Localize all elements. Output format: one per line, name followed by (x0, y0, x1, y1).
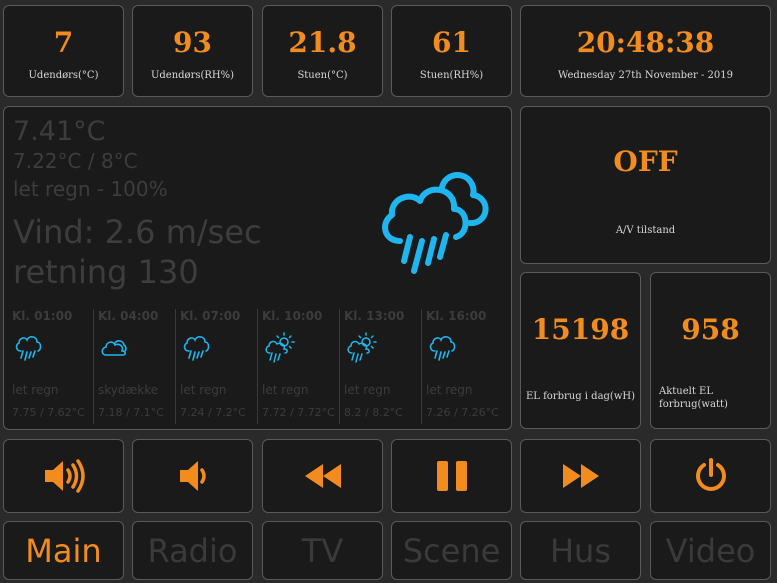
current-temp: 7.41°C (13, 116, 106, 147)
power-icon (695, 458, 726, 491)
tab-main-label: Main (25, 531, 102, 570)
daily-power-tile: 15198 EL forbrug i dag(wH) (520, 272, 641, 429)
living-temp-value: 21.8 (288, 26, 357, 59)
current-power-value: 958 (681, 313, 740, 346)
forecast-desc: let regn (344, 383, 391, 397)
living-temp-label: Stuen(°C) (297, 70, 348, 81)
volume-down-icon (179, 461, 206, 491)
temp-range: 7.22°C / 8°C (13, 149, 138, 173)
volume-up-icon (44, 459, 85, 493)
forecast-desc: let regn (12, 383, 59, 397)
tab-hus[interactable]: Hus (520, 521, 641, 580)
rewind-icon (304, 464, 341, 488)
rain-cloud-icon (382, 172, 489, 274)
outdoor-temp-label: Udendørs(°C) (28, 70, 99, 81)
forecast-temp: 7.18 / 7.1°C (98, 406, 164, 419)
tab-scene-label: Scene (402, 531, 501, 570)
volume-up-button[interactable] (3, 439, 124, 513)
forecast-item: Kl. 13:00 let regn 8.2 / 8.2°C (344, 309, 424, 427)
sun-rain-cloud-icon (347, 332, 377, 363)
forecast-divider (175, 309, 176, 424)
forecast-divider (257, 309, 258, 424)
forecast-temp: 7.24 / 7.2°C (180, 406, 246, 419)
forecast-temp: 8.2 / 8.2°C (344, 406, 403, 419)
current-power-label: Aktuelt EL forbrug(watt) (659, 386, 728, 410)
outdoor-temp-tile: 7 Udendørs(°C) (3, 5, 124, 97)
clock-tile: 20:48:38 Wednesday 27th November - 2019 (520, 5, 771, 97)
clock-date: Wednesday 27th November - 2019 (558, 70, 733, 81)
forecast-time: Kl. 13:00 (344, 309, 405, 323)
wind-speed: Vind: 2.6 m/sec (13, 213, 262, 251)
rain-cloud-icon (429, 336, 456, 361)
rain-cloud-icon (183, 336, 210, 361)
forecast-temp: 7.75 / 7.62°C (12, 406, 85, 419)
forecast-item: Kl. 07:00 let regn 7.24 / 7.2°C (180, 309, 260, 427)
forecast-desc: skydække (98, 383, 159, 397)
volume-down-button[interactable] (132, 439, 253, 513)
pause-icon (436, 461, 467, 491)
forecast-desc: let regn (426, 383, 473, 397)
outdoor-rh-tile: 93 Udendørs(RH%) (132, 5, 253, 97)
tab-tv[interactable]: TV (262, 521, 383, 580)
sun-rain-cloud-icon (265, 332, 295, 363)
fast-forward-icon (562, 464, 599, 488)
living-rh-tile: 61 Stuen(RH%) (391, 5, 512, 97)
tab-main[interactable]: Main (3, 521, 124, 580)
forecast-divider (93, 309, 94, 424)
forecast-divider (339, 309, 340, 424)
forecast-temp: 7.72 / 7.72°C (262, 406, 335, 419)
living-rh-value: 61 (432, 26, 471, 59)
daily-power-label: EL forbrug i dag(wH) (525, 391, 636, 402)
pause-button[interactable] (391, 439, 512, 513)
rain-cloud-icon (15, 336, 42, 361)
clock-time: 20:48:38 (576, 26, 715, 59)
forecast-divider (421, 309, 422, 424)
forecast-item: Kl. 10:00 let regn 7.72 / 7.72°C (262, 309, 342, 427)
forecast-item: Kl. 16:00 let regn 7.26 / 7.26°C (426, 309, 506, 427)
cloud-icon (101, 340, 127, 356)
tab-radio[interactable]: Radio (132, 521, 253, 580)
forecast-time: Kl. 16:00 (426, 309, 487, 323)
forecast-time: Kl. 10:00 (262, 309, 323, 323)
forecast-time: Kl. 01:00 (12, 309, 73, 323)
av-state-tile[interactable]: OFF A/V tilstand (520, 106, 771, 264)
current-power-tile: 958 Aktuelt EL forbrug(watt) (650, 272, 771, 429)
forecast-desc: let regn (180, 383, 227, 397)
rewind-button[interactable] (262, 439, 383, 513)
forecast-desc: let regn (262, 383, 309, 397)
power-button[interactable] (650, 439, 771, 513)
outdoor-rh-label: Udendørs(RH%) (150, 70, 235, 81)
living-rh-label: Stuen(RH%) (419, 70, 484, 81)
tab-scene[interactable]: Scene (391, 521, 512, 580)
av-state-value: OFF (613, 145, 678, 178)
forecast-item: Kl. 01:00 let regn 7.75 / 7.62°C (12, 309, 92, 427)
tab-video-label: Video (665, 531, 756, 570)
weather-panel: 7.41°C 7.22°C / 8°C let regn - 100% Vind… (3, 106, 512, 430)
outdoor-temp-value: 7 (53, 26, 74, 59)
forecast-time: Kl. 04:00 (98, 309, 159, 323)
daily-power-value: 15198 (531, 313, 630, 346)
tab-radio-label: Radio (147, 531, 238, 570)
outdoor-rh-value: 93 (173, 26, 212, 59)
tab-hus-label: Hus (549, 531, 611, 570)
forecast-time: Kl. 07:00 (180, 309, 241, 323)
av-state-label: A/V tilstand (615, 225, 676, 236)
living-temp-tile: 21.8 Stuen(°C) (262, 5, 383, 97)
tab-tv-label: TV (301, 531, 344, 570)
wind-direction: retning 130 (13, 253, 199, 291)
tab-video[interactable]: Video (650, 521, 771, 580)
weather-description: let regn - 100% (13, 177, 168, 201)
forecast-temp: 7.26 / 7.26°C (426, 406, 499, 419)
forecast-item: Kl. 04:00 skydække 7.18 / 7.1°C (98, 309, 178, 427)
fast-forward-button[interactable] (520, 439, 641, 513)
